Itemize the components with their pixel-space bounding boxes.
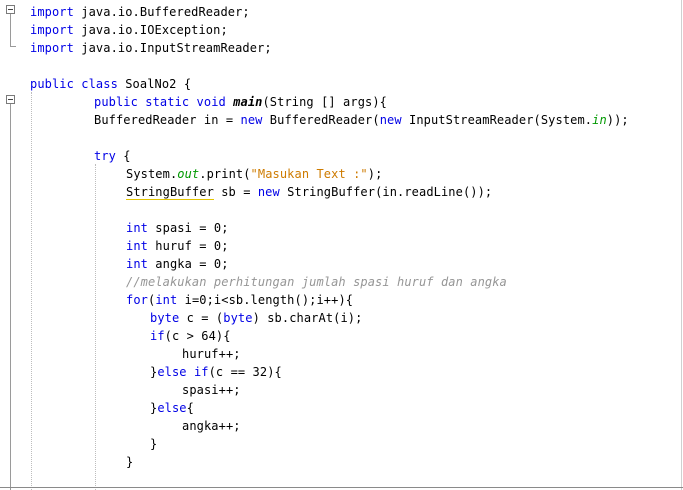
code-token: else if [157,365,209,379]
code-token: } [150,437,158,451]
code-token: java.io.IOException; [73,23,228,37]
code-token: for [126,293,148,307]
code-line[interactable]: spasi++; [182,381,241,399]
code-line[interactable]: try { [94,147,131,165]
code-editor[interactable]: import java.io.BufferedReader; import jav… [0,0,683,490]
code-token: StringBuffer [126,185,214,200]
code-line[interactable]: import java.io.InputStreamReader; [30,39,272,57]
code-token: )); [606,113,629,127]
editor-bottom-border [0,487,683,488]
fold-collapse-icon[interactable] [6,5,15,14]
indent-guide [95,164,96,490]
code-token: int [126,257,148,271]
code-line[interactable]: if(c > 64){ [150,327,231,345]
code-token: c = ( [179,311,224,325]
code-token: int [126,221,148,235]
code-token: huruf++; [182,347,241,361]
fold-range-line [10,104,11,490]
code-token: huruf = 0; [147,239,229,253]
code-token: { [115,149,131,163]
code-token: int [155,293,178,307]
code-token: angka = 0; [147,257,229,271]
code-token: out [177,167,200,181]
code-line[interactable]: } [150,435,157,453]
code-line[interactable]: } [126,453,133,471]
code-line[interactable]: StringBuffer sb = new StringBuffer(in.re… [126,183,492,201]
code-token: (c > 64){ [164,329,231,343]
editor-right-border [681,0,682,490]
code-token: byte [223,311,253,325]
code-line[interactable]: BufferedReader in = new BufferedReader(n… [94,111,629,129]
code-token: try [94,149,116,163]
code-token: (String [] args){ [262,95,388,109]
code-token: i=0;i<sb.length();i++){ [177,293,354,307]
code-token: import [30,5,74,19]
code-line[interactable]: for(int i=0;i<sb.length();i++){ [126,291,353,309]
code-line[interactable]: import java.io.BufferedReader; [30,3,250,21]
code-token: import [30,23,74,37]
code-token: else [157,401,187,415]
fold-collapse-icon[interactable] [6,95,15,104]
code-token: .print( [199,167,251,181]
code-line[interactable]: //melakukan perhitungan jumlah spasi hur… [126,273,507,291]
code-token: BufferedReader( [262,113,380,127]
code-token: import [30,41,74,55]
code-token: spasi++; [182,383,241,397]
code-token: //melakukan perhitungan jumlah spasi hur… [126,275,507,289]
code-token: java.io.BufferedReader; [73,5,250,19]
code-line[interactable]: import java.io.IOException; [30,21,228,39]
code-token: public static void [94,95,226,109]
code-token: java.io.InputStreamReader; [73,41,272,55]
code-token: sb = [213,185,258,199]
code-token: System. [126,167,178,181]
code-line[interactable]: int huruf = 0; [126,237,229,255]
code-token: SoalNo2 { [117,77,192,91]
editor-gutter [0,0,24,490]
code-token: ) sb.charAt(i); [252,311,363,325]
code-token: byte [150,311,180,325]
fold-end-marker [10,46,16,47]
code-line[interactable]: int spasi = 0; [126,219,229,237]
code-token: ); [367,167,383,181]
code-token: BufferedReader in = [94,113,241,127]
code-token: main [233,95,263,109]
code-token: (c == 32){ [208,365,282,379]
code-token: new [379,113,402,127]
code-line[interactable]: public class SoalNo2 { [30,75,191,93]
code-token: StringBuffer(in.readLine()); [279,185,493,199]
code-token: in [592,113,607,127]
code-line[interactable]: public static void main(String [] args){ [94,93,387,111]
code-token: InputStreamReader(System. [401,113,593,127]
code-line[interactable]: byte c = (byte) sb.charAt(i); [150,309,362,327]
code-token: } [126,455,134,469]
code-token: { [186,401,194,415]
code-token: new [240,113,263,127]
code-line[interactable]: }else{ [150,399,194,417]
code-token: int [126,239,148,253]
code-line[interactable]: }else if(c == 32){ [150,363,282,381]
code-token: if [150,329,165,343]
code-token: new [257,185,280,199]
code-line[interactable]: System.out.print("Masukan Text :"); [126,165,382,183]
code-token: spasi = 0; [147,221,229,235]
code-token: "Masukan Text :" [250,167,368,181]
code-line[interactable]: huruf++; [182,345,241,363]
code-token: public class [30,77,118,91]
fold-range-line [10,14,11,46]
indent-guide [31,92,32,490]
code-token: angka++; [182,419,241,433]
code-line[interactable]: angka++; [182,417,241,435]
code-line[interactable]: int angka = 0; [126,255,229,273]
